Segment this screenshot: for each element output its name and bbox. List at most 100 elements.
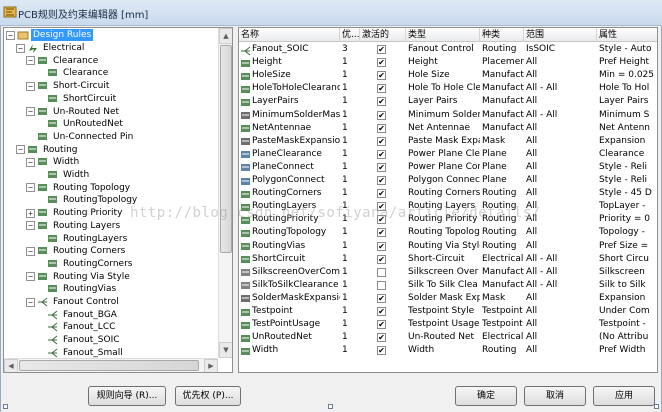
enabled-checkbox[interactable]: ✔ (377, 84, 386, 94)
table-row[interactable]: RoutingVias 1 ✔ Routing Via Style Routing All… (239, 240, 657, 253)
resize-handle[interactable] (654, 404, 659, 409)
attributes-cell[interactable]: Pref Size = (597, 240, 657, 253)
scope-cell[interactable]: All (524, 226, 597, 239)
rule-name-cell[interactable]: RoutingPriority (239, 213, 340, 226)
type-cell[interactable]: Solder Mask Expa (406, 292, 480, 305)
ok-button[interactable]: 确定 (455, 386, 517, 406)
rule-name-cell[interactable]: PlaneConnect (239, 161, 340, 174)
rule-name-cell[interactable]: HoleSize (239, 69, 340, 82)
category-cell[interactable]: Routing (480, 213, 524, 226)
tree-item[interactable]: Fanout_LCC (36, 321, 117, 334)
enabled-checkbox[interactable]: ✔ (377, 293, 386, 303)
priority-cell[interactable]: 1 (340, 174, 360, 187)
scope-cell[interactable]: All (524, 213, 597, 226)
tree-vertical-scrollbar[interactable]: ▲ ▼ (218, 28, 232, 358)
scope-cell[interactable]: All (524, 200, 597, 213)
priority-cell[interactable]: 1 (340, 122, 360, 135)
table-row[interactable]: SolderMaskExpansion1 ✔ Solder Mask ExpaMas… (239, 292, 657, 305)
scope-cell[interactable]: All (524, 292, 597, 305)
tree-item[interactable]: Fanout_SOIC (36, 334, 122, 347)
type-cell[interactable]: Hole Size (406, 69, 480, 82)
tree-item[interactable]: RoutingCorners (36, 258, 134, 271)
enabled-checkbox[interactable]: ✔ (377, 176, 386, 185)
attributes-cell[interactable]: Under Com (597, 305, 657, 318)
tree-item[interactable]: − Routing Via Style (26, 270, 132, 283)
scope-cell[interactable]: All - All (524, 279, 597, 292)
scroll-left-arrow-icon[interactable]: ◀ (4, 359, 18, 372)
table-row[interactable]: PolygonConnect 1 ✔ Polygon Connect Plane All S… (239, 174, 657, 187)
category-cell[interactable]: Mask (480, 135, 524, 148)
tree-item[interactable]: − Routing Layers (26, 220, 122, 233)
priority-cell[interactable]: 1 (340, 109, 360, 122)
scope-cell[interactable]: All (524, 331, 597, 344)
table-row[interactable]: NetAntennae 1 ✔ Net AntennaeManufactuAllNet… (239, 122, 657, 135)
tree-item[interactable]: UnRoutedNet (36, 118, 125, 131)
category-cell[interactable]: Manufactu (480, 82, 524, 95)
enabled-checkbox[interactable]: ✔ (377, 136, 386, 146)
scroll-up-arrow-icon[interactable]: ▲ (219, 28, 232, 44)
enabled-checkbox[interactable]: ✔ (377, 189, 386, 199)
priority-cell[interactable]: 1 (340, 279, 360, 292)
enabled-checkbox[interactable]: ✔ (377, 123, 386, 133)
category-cell[interactable]: Testpoint (480, 318, 524, 331)
attributes-cell[interactable]: Layer Pairs (597, 95, 657, 108)
type-cell[interactable]: Power Plane Clea (406, 148, 480, 161)
enabled-checkbox[interactable]: ✔ (377, 58, 386, 68)
scope-cell[interactable]: All (524, 161, 597, 174)
type-cell[interactable]: Polygon Connect (406, 174, 480, 187)
priority-cell[interactable]: 1 (340, 56, 360, 69)
tree-item[interactable]: RoutingTopology (36, 194, 139, 207)
cancel-button[interactable]: 取消 (524, 386, 586, 406)
rule-name-cell[interactable]: SilkscreenOverCompo (239, 266, 340, 279)
enabled-checkbox[interactable]: ✔ (377, 202, 386, 212)
priority-cell[interactable]: 3 (340, 43, 360, 56)
enabled-checkbox[interactable] (377, 267, 386, 277)
scroll-down-arrow-icon[interactable]: ▼ (219, 342, 232, 358)
table-row[interactable]: HoleSize 1 ✔ Hole SizeManufactuAllMin = 0.0… (239, 69, 657, 82)
rule-name-cell[interactable]: RoutingTopology (239, 226, 340, 239)
table-row[interactable]: RoutingTopology 1 ✔ Routing Topology Routing… (239, 226, 657, 239)
rule-name-cell[interactable]: RoutingCorners (239, 187, 340, 200)
scope-cell[interactable]: All (524, 69, 597, 82)
priority-cell[interactable]: 1 (340, 305, 360, 318)
table-row[interactable]: LayerPairs1✔Layer PairsManufactuAllLayer… (239, 95, 657, 108)
attributes-cell[interactable]: Style - Reli (597, 161, 657, 174)
scope-cell[interactable]: All (524, 135, 597, 148)
collapse-icon[interactable]: − (16, 43, 25, 53)
priority-cell[interactable]: 1 (340, 240, 360, 253)
attributes-cell[interactable]: Style - Auto (597, 43, 657, 56)
attributes-cell[interactable]: Topology - (597, 226, 657, 239)
type-cell[interactable]: Silkscreen Over C (406, 266, 480, 279)
attributes-cell[interactable]: Style - Reli (597, 174, 657, 187)
collapse-icon[interactable]: − (26, 81, 35, 91)
priority-cell[interactable]: 1 (340, 82, 360, 95)
tree-horizontal-scrollbar[interactable]: ◀ ▶ (4, 358, 218, 372)
priority-cell[interactable]: 1 (340, 95, 360, 108)
rule-name-cell[interactable]: PolygonConnect (239, 174, 340, 187)
enabled-checkbox[interactable]: ✔ (377, 45, 386, 54)
category-cell[interactable]: Testpoint (480, 305, 524, 318)
table-row[interactable]: RoutingCorners 1 ✔ Routing Corners Routing Al… (239, 187, 657, 200)
col-header-enabled[interactable]: 激活的 (360, 28, 406, 42)
category-cell[interactable]: Electrical (480, 253, 524, 266)
enabled-checkbox[interactable]: ✔ (377, 241, 386, 251)
table-row[interactable]: Fanout_SOIC 3 ✔ Fanout Control Routing IsSOIC… (239, 43, 657, 56)
rule-name-cell[interactable]: PasteMaskExpansion (239, 135, 340, 148)
attributes-cell[interactable]: Minimum S (597, 109, 657, 122)
collapse-icon[interactable]: − (26, 221, 35, 231)
table-row[interactable]: SilkToSilkClearance 1 Silk To Silk Clea Man… (239, 279, 657, 292)
rule-name-cell[interactable]: SolderMaskExpansion (239, 292, 340, 305)
rule-name-cell[interactable]: Width (239, 344, 340, 357)
category-cell[interactable]: Manufactu (480, 95, 524, 108)
category-cell[interactable]: Manufactu (480, 109, 524, 122)
scope-cell[interactable]: All - All (524, 109, 597, 122)
priority-cell[interactable]: 1 (340, 226, 360, 239)
col-header-category[interactable]: 种类 (480, 28, 524, 42)
tree-item[interactable]: Width (36, 169, 91, 182)
collapse-icon[interactable]: − (26, 56, 35, 66)
type-cell[interactable]: Un-Routed Net (406, 331, 480, 344)
category-cell[interactable]: Routing (480, 240, 524, 253)
table-row[interactable]: PasteMaskExpansion 1 ✔ Paste Mask Expa Mask A… (239, 135, 657, 148)
priority-cell[interactable]: 1 (340, 187, 360, 200)
attributes-cell[interactable]: Testpoint - (597, 318, 657, 331)
